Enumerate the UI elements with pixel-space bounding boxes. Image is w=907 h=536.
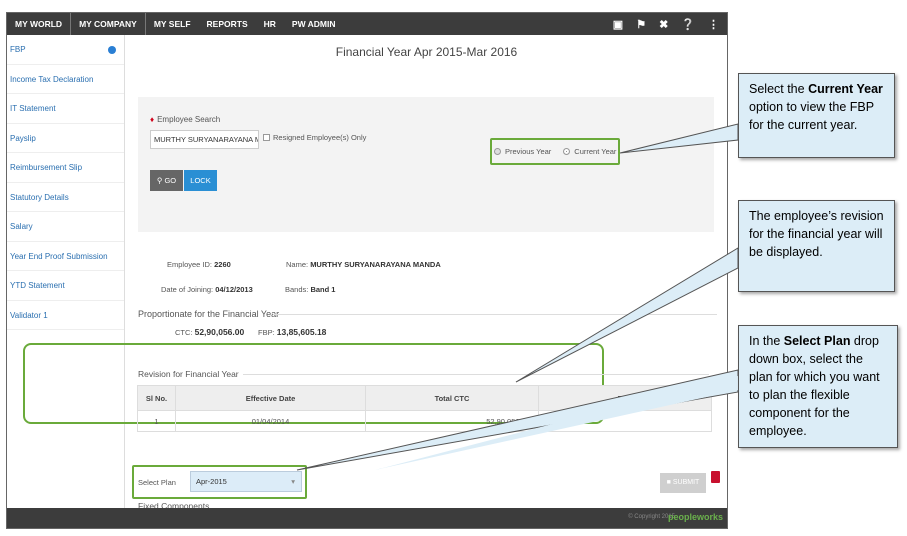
- callout-pointer-3-fill: [375, 376, 738, 470]
- callout-select-plan: In the Select Plan drop down box, select…: [738, 325, 898, 448]
- callout-current-year: Select the Current Year option to view t…: [738, 73, 895, 158]
- callout-pointer-1: [619, 123, 739, 154]
- callout-pointer-3: [296, 369, 739, 471]
- callout-pointer-2: [515, 247, 739, 383]
- callout-revision: The employee’s revision for the financia…: [738, 200, 895, 292]
